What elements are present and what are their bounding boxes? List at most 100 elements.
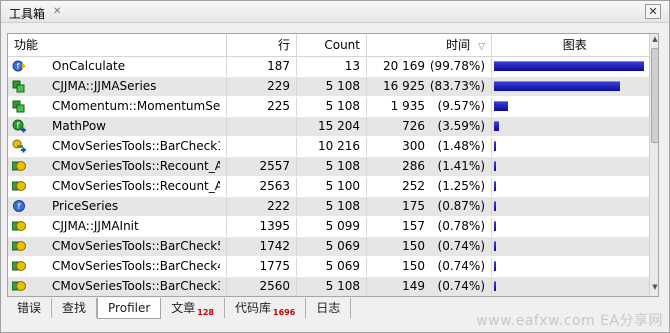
pin-icon[interactable]: ✕ <box>53 6 61 17</box>
function-cell: f OnCalculate <box>8 56 227 77</box>
function-cell: CMovSeriesTools::BarCheck1 <box>8 136 227 157</box>
time-value: 20 169 <box>383 59 425 73</box>
time-cell: 20 169 (99.78%) <box>366 56 492 77</box>
time-share-bar <box>494 81 620 91</box>
graph-cell <box>491 196 656 217</box>
tab-1[interactable]: 查找 <box>52 298 98 318</box>
time-cell: 175 (0.87%) <box>366 196 492 217</box>
function-name: CMovSeriesTools::BarCheck5 <box>52 239 220 253</box>
line-cell: 2557 <box>226 156 297 177</box>
time-percent: (0.74%) <box>437 239 485 253</box>
line-cell: 225 <box>226 96 297 117</box>
watermark: www.eafxw.com EA分享网 <box>476 313 663 329</box>
function-cell: CMovSeriesTools::Recount_A... <box>8 156 227 177</box>
time-share-bar <box>494 281 496 291</box>
key-method-icon <box>11 179 26 193</box>
count-cell: 15 204 <box>296 116 367 137</box>
key-method-icon <box>11 159 26 173</box>
time-share-bar <box>494 181 496 191</box>
tab-3[interactable]: 文章 128 <box>161 298 225 318</box>
table-row[interactable]: CMovSeriesTools::BarCheck4 1775 5 069 150 (0… <box>8 256 656 277</box>
time-percent: (0.87%) <box>437 199 485 213</box>
function-name: CMomentum::MomentumSe... <box>52 99 220 113</box>
time-percent: (1.41%) <box>437 159 485 173</box>
line-cell: 222 <box>226 196 297 217</box>
count-cell: 5 108 <box>296 156 367 177</box>
time-share-bar <box>494 161 496 171</box>
scrollbar-thumb[interactable] <box>651 48 658 143</box>
function-name: CMovSeriesTools::Recount_A... <box>52 159 220 173</box>
function-name: CJJMA::JJMAInit <box>52 219 139 233</box>
time-value: 175 <box>402 199 425 213</box>
function-cell: CMomentum::MomentumSe... <box>8 96 227 117</box>
svg-text:f: f <box>18 202 21 211</box>
time-value: 16 925 <box>383 79 425 93</box>
svg-text:f: f <box>17 121 20 130</box>
tab-5[interactable]: 日志 <box>306 298 352 318</box>
count-cell: 5 069 <box>296 256 367 277</box>
table-row[interactable]: CMovSeriesTools::BarCheck1 10 216 300 (1.48… <box>8 136 656 157</box>
table-row[interactable]: CJJMA::JJMASeries 229 5 108 16 925 (83.73%) <box>8 76 656 97</box>
column-header-line[interactable]: 行 <box>226 34 297 57</box>
time-cell: 149 (0.74%) <box>366 276 492 296</box>
table-row[interactable]: CMovSeriesTools::Recount_A... 2557 5 108 28… <box>8 156 656 177</box>
column-header-time[interactable]: 时间 ▽ <box>366 34 492 57</box>
time-percent: (3.59%) <box>437 119 485 133</box>
svg-text:f: f <box>17 62 20 71</box>
table-row[interactable]: CMovSeriesTools::BarCheck5 1742 5 069 150 (0… <box>8 236 656 257</box>
count-cell: 10 216 <box>296 136 367 157</box>
tab-4[interactable]: 代码库 1696 <box>225 298 307 318</box>
function-name: CMovSeriesTools::Recount_A... <box>52 179 220 193</box>
time-share-bar <box>494 201 496 211</box>
function-name: MathPow <box>52 119 106 133</box>
table-row[interactable]: CMomentum::MomentumSe... 225 5 108 1 935 (9.… <box>8 96 656 117</box>
time-share-bar <box>494 61 644 71</box>
table-row[interactable]: f PriceSeries 222 5 108 175 (0.87%) <box>8 196 656 217</box>
column-header-count[interactable]: Count <box>296 34 367 57</box>
count-cell: 13 <box>296 56 367 77</box>
tab-label: 代码库 <box>235 301 272 315</box>
green-method-icon <box>12 99 26 113</box>
close-button[interactable]: ✕ <box>645 4 661 19</box>
line-cell: 1395 <box>226 216 297 237</box>
scroll-down-icon[interactable]: ▼ <box>650 283 658 295</box>
profiler-table: 功能 行 Count 时间 ▽ 图表 f OnCalculate 187 13 20 16… <box>8 34 656 296</box>
function-name: CMovSeriesTools::BarCheck3 <box>52 279 220 293</box>
window-title: 工具箱 <box>9 7 46 21</box>
time-cell: 300 (1.48%) <box>366 136 492 157</box>
key-method-icon <box>11 279 26 293</box>
line-cell: 229 <box>226 76 297 97</box>
time-cell: 726 (3.59%) <box>366 116 492 137</box>
count-cell: 5 108 <box>296 196 367 217</box>
sort-descending-icon: ▽ <box>478 42 485 53</box>
table-row[interactable]: f OnCalculate 187 13 20 169 (99.78%) <box>8 56 656 77</box>
function-name: CMovSeriesTools::BarCheck4 <box>52 259 220 273</box>
tab-2[interactable]: Profiler <box>97 298 162 319</box>
graph-cell <box>491 76 656 97</box>
time-value: 300 <box>402 139 425 153</box>
table-row[interactable]: CMovSeriesTools::BarCheck3 2560 5 108 149 (0… <box>8 276 656 296</box>
graph-cell <box>491 116 656 137</box>
vertical-scrollbar[interactable]: ▲ ▼ <box>649 34 658 296</box>
tab-0[interactable]: 错误 <box>7 298 53 318</box>
bottom-tabs: 错误 查找 Profiler 文章 128 代码库 1696 日志 <box>7 298 352 320</box>
scroll-up-icon[interactable]: ▲ <box>650 35 658 47</box>
column-header-graph[interactable]: 图表 <box>491 34 656 57</box>
time-value: 150 <box>402 259 425 273</box>
table-row[interactable]: f MathPow 15 204 726 (3.59%) <box>8 116 656 137</box>
function-cell: f PriceSeries <box>8 196 227 217</box>
key-method-icon <box>11 219 26 233</box>
key-method-icon <box>11 259 26 273</box>
time-share-bar <box>494 221 496 231</box>
time-percent: (0.74%) <box>437 279 485 293</box>
table-row[interactable]: CMovSeriesTools::Recount_A... 2563 5 100 25… <box>8 176 656 197</box>
count-cell: 5 069 <box>296 236 367 257</box>
time-share-bar <box>494 101 508 111</box>
table-row[interactable]: CJJMA::JJMAInit 1395 5 099 157 (0.78%) <box>8 216 656 237</box>
column-header-function[interactable]: 功能 <box>8 34 227 57</box>
function-cell: CMovSeriesTools::BarCheck3 <box>8 276 227 296</box>
tab-count-badge: 128 <box>197 308 214 317</box>
function-name: CJJMA::JJMASeries <box>52 79 157 93</box>
time-percent: (0.78%) <box>437 219 485 233</box>
time-value: 157 <box>402 219 425 233</box>
